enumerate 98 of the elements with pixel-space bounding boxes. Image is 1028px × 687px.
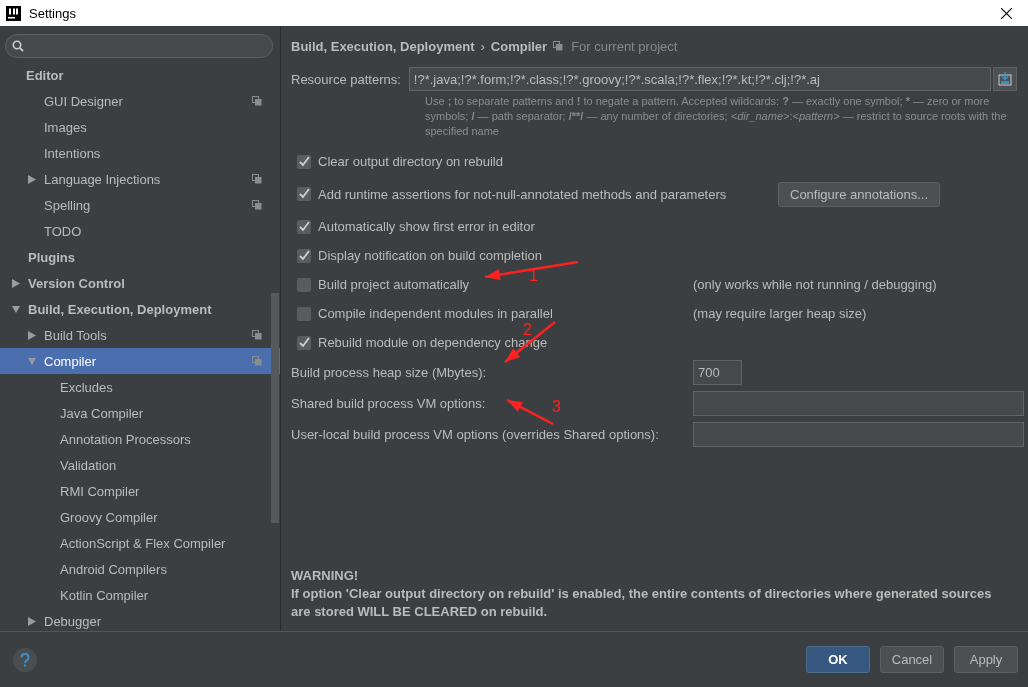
tree-item[interactable]: Version Control xyxy=(0,270,280,296)
dialog-button[interactable]: Cancel xyxy=(880,646,944,673)
tree-item-label: Editor xyxy=(26,67,65,83)
tree-item[interactable]: GUI Designer xyxy=(0,88,280,114)
tree-item[interactable]: Kotlin Compiler xyxy=(0,582,280,608)
checkbox[interactable] xyxy=(297,335,311,350)
field-label: Build process heap size (Mbytes): xyxy=(291,365,487,380)
checkbox[interactable] xyxy=(297,306,311,321)
checkbox-label[interactable]: Display notification on build completion xyxy=(318,248,542,263)
tree-item-label: Plugins xyxy=(28,249,76,265)
copy-icon xyxy=(553,41,564,51)
tree-item-label: Excludes xyxy=(60,379,114,395)
tree-item[interactable]: TODO xyxy=(0,218,280,244)
tree-item-label: Images xyxy=(44,119,88,135)
tree-item-label: Annotation Processors xyxy=(60,431,192,447)
note-text: (may require larger heap size) xyxy=(693,306,867,321)
checkbox-label[interactable]: Clear output directory on rebuild xyxy=(318,154,503,169)
tree-item[interactable]: Editor xyxy=(0,62,280,88)
search-icon xyxy=(12,40,24,52)
configure-button[interactable]: Configure annotations... xyxy=(778,181,941,207)
scrollbar-thumb[interactable] xyxy=(271,293,279,523)
annotation-number: 1 xyxy=(529,267,538,284)
close-icon[interactable] xyxy=(1000,7,1012,19)
tree-item-label: Build, Execution, Deployment xyxy=(28,301,213,317)
breadcrumb-parent: Build, Execution, Deployment xyxy=(291,38,475,54)
breadcrumb-separator: › xyxy=(480,38,485,54)
tree-item[interactable]: ActionScript & Flex Compiler xyxy=(0,530,280,556)
import-button[interactable] xyxy=(992,67,1017,91)
tree-item[interactable]: Validation xyxy=(0,452,280,478)
checkbox[interactable] xyxy=(297,277,311,292)
search-field[interactable] xyxy=(5,34,273,58)
collapsed-arrow-icon[interactable] xyxy=(28,174,36,184)
dialog-button[interactable]: OK xyxy=(806,646,870,673)
help-button[interactable] xyxy=(13,647,37,672)
tree-item[interactable]: Java Compiler xyxy=(0,400,280,426)
scope-label: For current project xyxy=(571,38,678,54)
tree-item[interactable]: Images xyxy=(0,114,280,140)
hint-text: Use ; to separate patterns and ! to negate a pattern. Accepted wildcards: ? — exactly one symbol; * — zero or more symbols; / — path separator; /**/ — any number of directories; <dir_name>:<pattern> — restrict to source roots with the specified name xyxy=(425,94,1008,139)
tree-item[interactable]: Plugins xyxy=(0,244,280,270)
tree-item[interactable]: Android Compilers xyxy=(0,556,280,582)
tree-item-label: Debugger xyxy=(44,613,103,629)
tree-item[interactable]: Excludes xyxy=(0,374,280,400)
field-label: Resource patterns: xyxy=(291,71,401,87)
tree-item-label: Compiler xyxy=(44,353,97,369)
tree-item-label: TODO xyxy=(44,223,83,239)
tree-item-label: Language Injections xyxy=(44,171,162,187)
annotation-arrow xyxy=(506,398,554,426)
collapsed-arrow-icon[interactable] xyxy=(12,278,20,288)
expanded-arrow-icon[interactable] xyxy=(12,304,20,314)
checkbox-label[interactable]: Build project automatically xyxy=(318,277,470,292)
input-field[interactable]: !?*.java;!?*.form;!?*.class;!?*.groovy;!?*.scala;!?*.flex;!?*.kt;!?*.clj;!?*.aj xyxy=(408,67,991,91)
import-icon xyxy=(997,72,1012,86)
tree-item-label: Java Compiler xyxy=(60,405,145,421)
checkbox-label[interactable]: Compile independent modules in parallel xyxy=(318,306,553,321)
breadcrumb-current: Compiler xyxy=(490,38,548,54)
tree-item-label: Spelling xyxy=(44,197,92,213)
annotation-number: 2 xyxy=(523,321,532,338)
tree-item-label: Validation xyxy=(60,457,118,473)
checkbox-label[interactable]: Add runtime assertions for not-null-annotated methods and parameters xyxy=(318,186,727,202)
tree-item[interactable]: Language Injections xyxy=(0,166,280,192)
app-logo-icon xyxy=(6,5,21,21)
checkbox-label[interactable]: Automatically show first error in editor xyxy=(318,219,535,234)
tree-item-label: GUI Designer xyxy=(44,93,124,109)
checkbox[interactable] xyxy=(297,219,311,234)
field-label: Shared build process VM options: xyxy=(291,396,486,411)
input-field[interactable]: 700 xyxy=(693,360,742,385)
tree-item[interactable]: Spelling xyxy=(0,192,280,218)
dialog-button[interactable]: Apply xyxy=(954,646,1018,673)
input-field[interactable] xyxy=(693,422,1024,447)
warning-text: If option 'Clear output directory on rebuild' is enabled, the entire contents of directories where generated sources are stored WILL BE CLEARED on rebuild. xyxy=(291,585,993,621)
tree-item[interactable]: Annotation Processors xyxy=(0,426,280,452)
tree-item[interactable]: Intentions xyxy=(0,140,280,166)
checkbox[interactable] xyxy=(297,154,311,169)
warning-title: WARNING! xyxy=(291,567,360,585)
tree-item[interactable]: Groovy Compiler xyxy=(0,504,280,530)
note-text: (only works while not running / debugging) xyxy=(693,277,937,292)
tree-item[interactable]: Compiler xyxy=(0,348,280,374)
tree-item-label: Groovy Compiler xyxy=(60,509,159,525)
tree-item-label: Intentions xyxy=(44,145,102,161)
checkbox[interactable] xyxy=(297,248,311,263)
tree-item-label: ActionScript & Flex Compiler xyxy=(60,535,227,551)
tree-item-label: Kotlin Compiler xyxy=(60,587,150,603)
input-field[interactable] xyxy=(693,391,1024,416)
field-label: User-local build process VM options (overrides Shared options): xyxy=(291,427,659,442)
tree-item-label: RMI Compiler xyxy=(60,483,141,499)
checkbox[interactable] xyxy=(297,187,311,201)
tree-item-label: Version Control xyxy=(28,275,126,291)
tree-item[interactable]: Debugger xyxy=(0,608,280,631)
tree-item[interactable]: Build, Execution, Deployment xyxy=(0,296,280,322)
tree-item-label: Build Tools xyxy=(44,327,108,343)
help-icon xyxy=(20,652,30,667)
annotation-number: 3 xyxy=(552,398,561,415)
tree-item-label: Android Compilers xyxy=(60,561,168,577)
collapsed-arrow-icon[interactable] xyxy=(28,616,36,626)
window-title: Settings xyxy=(29,5,77,21)
tree-item[interactable]: Build Tools xyxy=(0,322,280,348)
tree-item[interactable]: RMI Compiler xyxy=(0,478,280,504)
collapsed-arrow-icon[interactable] xyxy=(28,330,36,340)
